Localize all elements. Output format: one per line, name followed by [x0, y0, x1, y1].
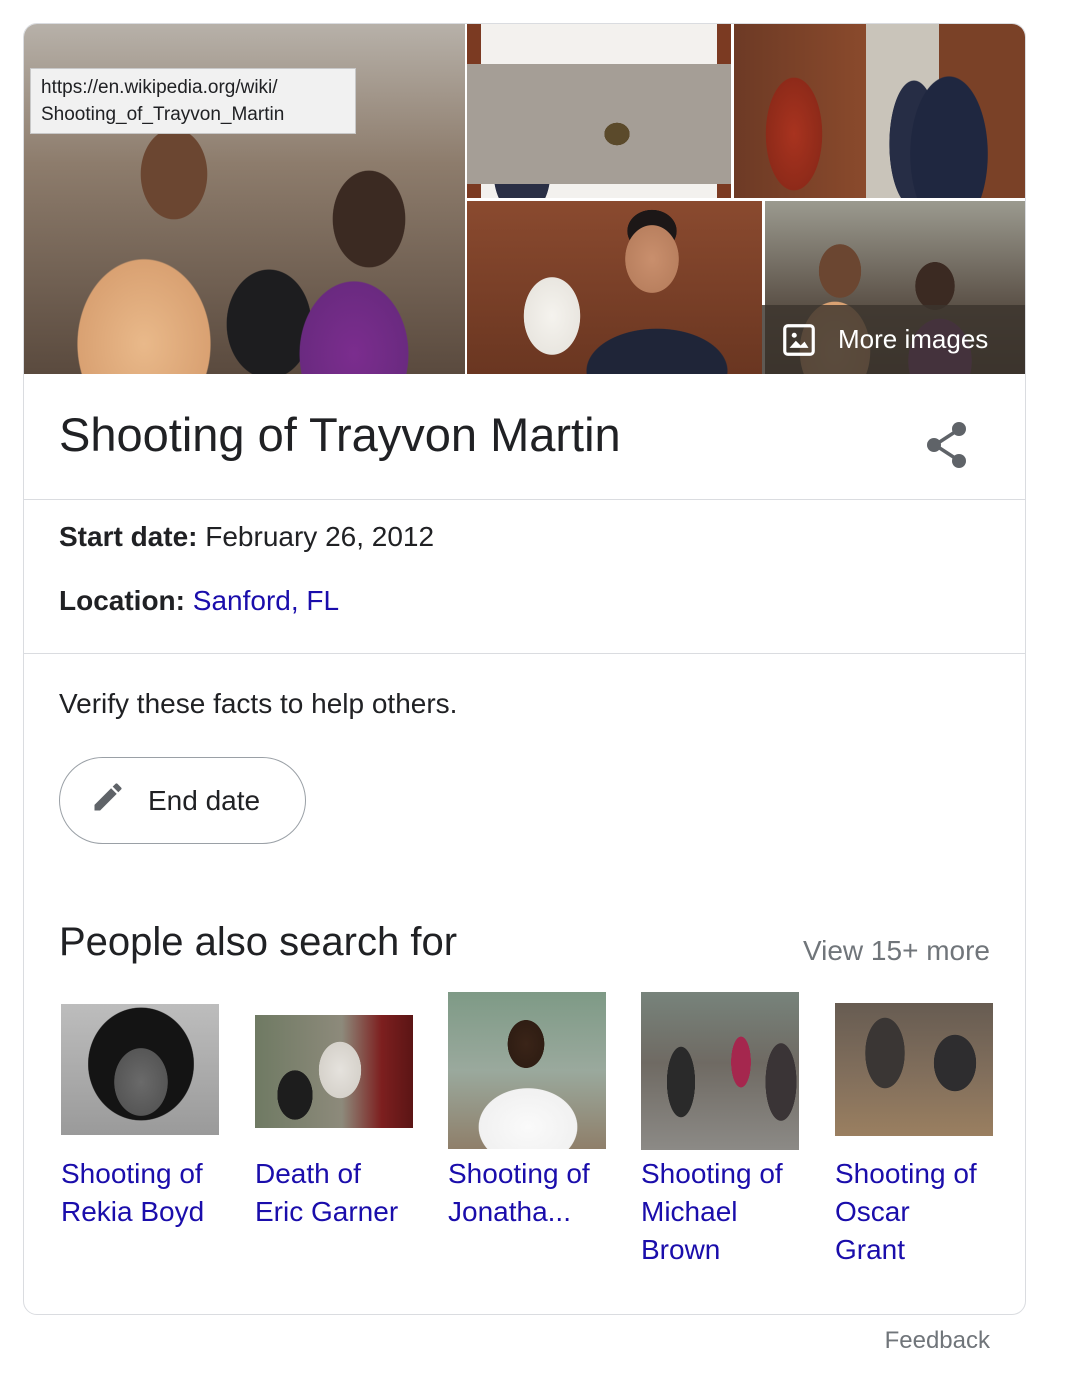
pasf-label-line: Rekia Boyd [61, 1196, 205, 1227]
thumbnail-michael-brown[interactable] [641, 992, 799, 1150]
image-icon [780, 321, 818, 359]
tooltip-line: Shooting_of_Trayvon_Martin [41, 104, 285, 125]
pasf-label-line: Jonatha... [448, 1196, 571, 1227]
url-tooltip: https://en.wikipedia.org/wiki/ Shooting_… [30, 68, 356, 134]
pasf-label-line: Brown [641, 1234, 721, 1265]
knowledge-panel: More images Shooting of Trayvon Martin S… [23, 23, 1026, 1315]
fact-label: Start date: [59, 521, 198, 552]
location-link[interactable]: Sanford, FL [193, 585, 339, 616]
thumbnail-eric-garner[interactable] [255, 1015, 413, 1128]
image-hoodie-evidence[interactable] [467, 24, 731, 198]
fact-start-date: Start date: February 26, 2012 [59, 521, 434, 553]
fact-value: February 26, 2012 [205, 521, 435, 552]
pasf-label-line: Eric Garner [255, 1196, 399, 1227]
verify-facts-text: Verify these facts to help others. [59, 688, 458, 719]
pasf-label-line: Shooting of [61, 1158, 203, 1189]
pasf-label-line: Shooting of [641, 1158, 783, 1189]
end-date-label: End date [148, 784, 261, 816]
people-also-search-title: People also search for [59, 920, 458, 964]
view-more-link[interactable]: View 15+ more [803, 935, 990, 967]
more-images-button[interactable]: More images [762, 305, 1025, 374]
pasf-label-line: Grant [835, 1234, 906, 1265]
thumbnail-oscar-grant[interactable] [835, 1003, 993, 1136]
pasf-item-rekia-boyd[interactable]: Shooting of Rekia Boyd [61, 1155, 236, 1231]
pasf-label-line: Oscar [835, 1196, 910, 1227]
thumbnail-jonathan[interactable] [448, 992, 606, 1149]
pasf-label-line: Shooting of [835, 1158, 977, 1189]
image-officer-testimony[interactable] [467, 201, 762, 374]
divider [24, 653, 1025, 654]
panel-title: Shooting of Trayvon Martin [59, 408, 621, 461]
pasf-label-line: Shooting of [448, 1158, 590, 1189]
share-icon[interactable] [924, 420, 970, 470]
thumbnail-rekia-boyd[interactable] [61, 1004, 219, 1135]
pasf-label-line: Michael [641, 1196, 738, 1227]
pasf-item-eric-garner[interactable]: Death of Eric Garner [255, 1155, 430, 1231]
fact-label: Location: [59, 585, 185, 616]
fact-location: Location: Sanford, FL [59, 585, 339, 617]
end-date-button[interactable]: End date [59, 757, 306, 844]
pasf-item-michael-brown[interactable]: Shooting of Michael Brown [641, 1155, 816, 1269]
pasf-item-oscar-grant[interactable]: Shooting of Oscar Grant [835, 1155, 1010, 1269]
more-images-label: More images [838, 324, 989, 354]
feedback-link[interactable]: Feedback [885, 1327, 990, 1355]
tooltip-line: https://en.wikipedia.org/wiki/ [41, 77, 278, 98]
divider [24, 499, 1025, 500]
pencil-icon [90, 779, 126, 822]
pasf-label-line: Death of [255, 1158, 361, 1189]
pasf-item-jonathan[interactable]: Shooting of Jonatha... [448, 1155, 623, 1231]
image-jacket-evidence[interactable] [734, 24, 1025, 198]
